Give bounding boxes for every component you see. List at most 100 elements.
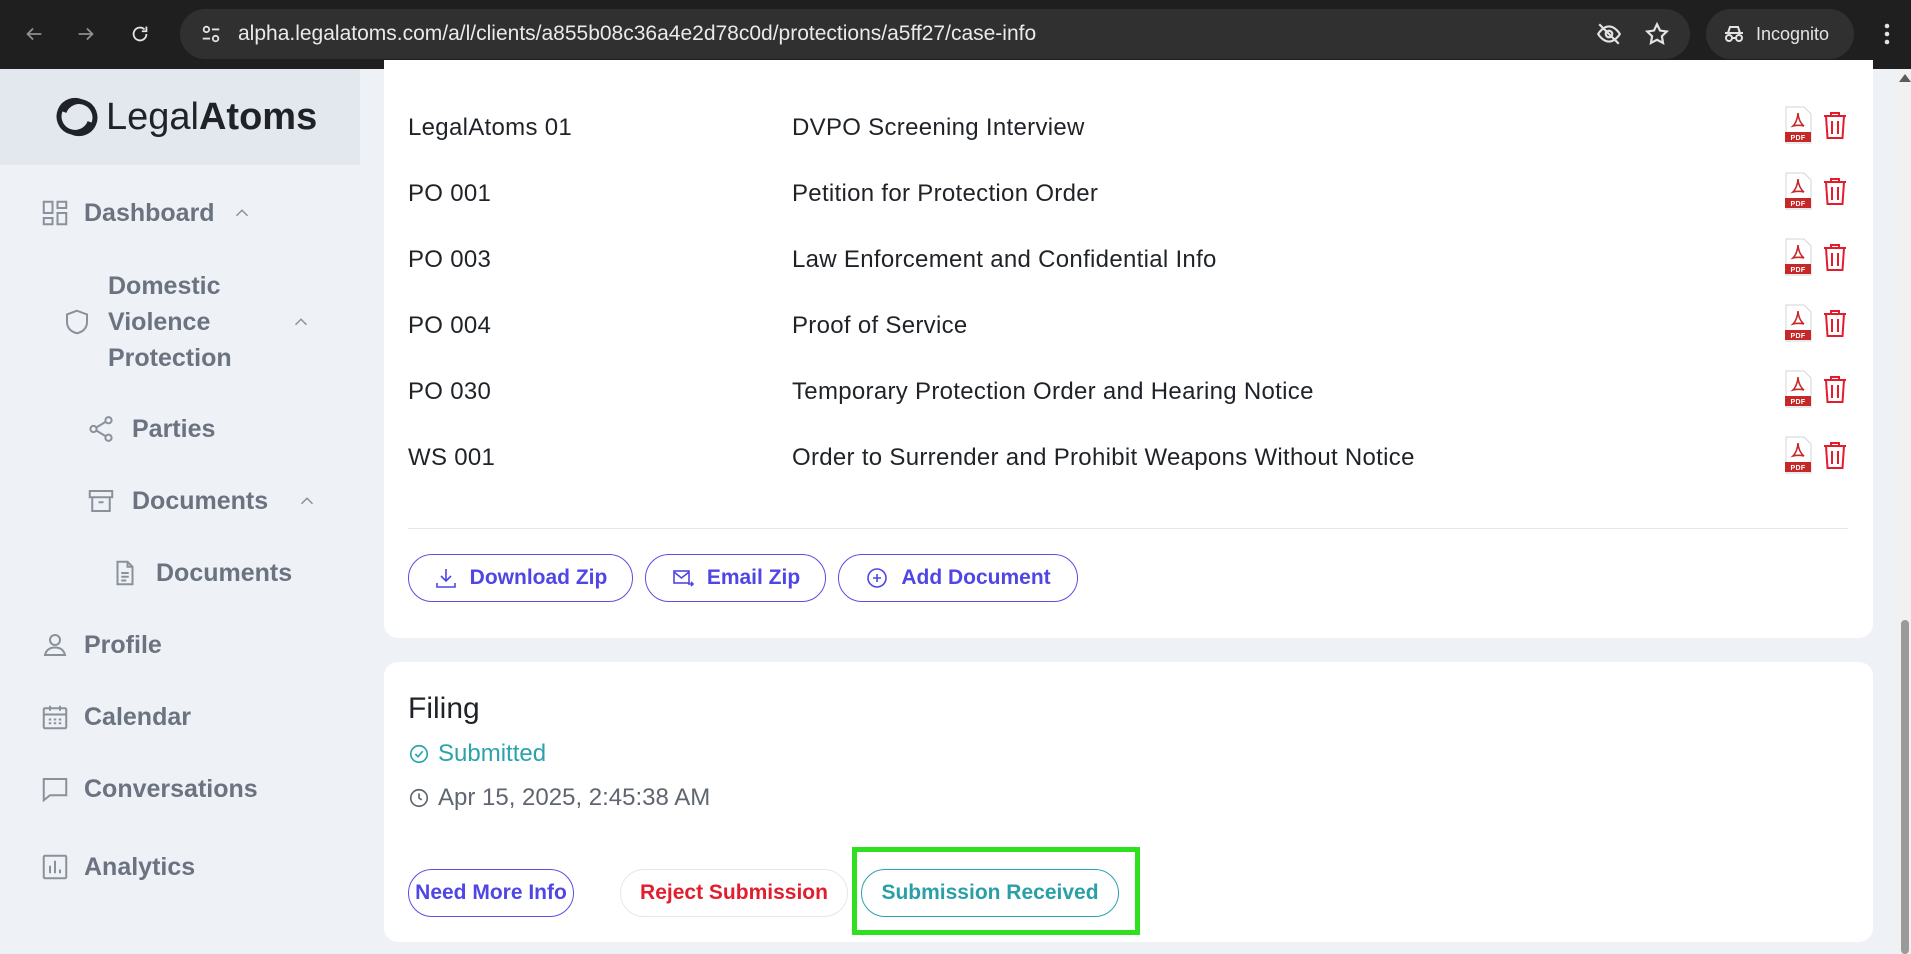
legalatoms-logo-icon bbox=[56, 97, 98, 137]
browser-toolbar: alpha.legalatoms.com/a/l/clients/a855b08… bbox=[0, 0, 1911, 69]
document-name[interactable]: DVPO Screening Interview bbox=[792, 114, 1784, 142]
document-code: LegalAtoms 01 bbox=[408, 114, 573, 141]
document-code: WS 001 bbox=[408, 444, 496, 471]
pdf-icon[interactable]: PDF bbox=[1784, 370, 1812, 415]
document-actions: PDF bbox=[1784, 238, 1848, 283]
chat-bubble-icon bbox=[42, 778, 68, 803]
document-row: PO 001 Petition for Protection Order PDF bbox=[408, 172, 1848, 217]
sidebar-item-profile[interactable]: Profile bbox=[40, 630, 162, 660]
sidebar-item-documents[interactable]: Documents bbox=[110, 558, 292, 588]
clock-icon bbox=[409, 788, 429, 808]
document-name[interactable]: Proof of Service bbox=[792, 312, 1784, 340]
download-zip-button[interactable]: Download Zip bbox=[408, 554, 633, 602]
document-row: PO 004 Proof of Service PDF bbox=[408, 304, 1848, 349]
svg-text:PDF: PDF bbox=[1791, 267, 1806, 274]
filing-status: Submitted bbox=[408, 740, 546, 768]
chevron-up-icon[interactable] bbox=[290, 311, 312, 333]
trash-icon[interactable] bbox=[1822, 308, 1848, 345]
sidebar-item-domestic-violence-protection[interactable]: Domestic Violence Protection bbox=[62, 268, 312, 376]
bookmark-star-icon[interactable] bbox=[1642, 19, 1672, 49]
svg-text:PDF: PDF bbox=[1791, 201, 1806, 208]
add-document-label: Add Document bbox=[901, 566, 1051, 589]
document-code: PO 003 bbox=[408, 246, 492, 273]
add-document-button[interactable]: Add Document bbox=[838, 554, 1078, 602]
sidebar-item-parties[interactable]: Parties bbox=[86, 414, 215, 444]
document-name[interactable]: Petition for Protection Order bbox=[792, 180, 1784, 208]
sidebar-item-label: Documents bbox=[156, 558, 293, 587]
incognito-icon bbox=[1725, 26, 1743, 42]
reload-icon[interactable] bbox=[122, 16, 158, 52]
filing-timestamp-text: Apr 15, 2025, 2:45:38 AM bbox=[438, 784, 711, 811]
brand-name: LegalAtoms bbox=[106, 95, 318, 138]
sidebar-item-calendar[interactable]: Calendar bbox=[40, 702, 191, 732]
document-row: PO 030 Temporary Protection Order and Hea… bbox=[408, 370, 1848, 415]
filing-title: Filing bbox=[408, 692, 480, 725]
dashboard-icon bbox=[42, 200, 68, 226]
shield-icon bbox=[66, 309, 88, 335]
pdf-icon[interactable]: PDF bbox=[1784, 304, 1812, 349]
documents-divider bbox=[408, 528, 1848, 529]
document-name[interactable]: Temporary Protection Order and Hearing N… bbox=[792, 378, 1784, 406]
trash-icon[interactable] bbox=[1822, 110, 1848, 147]
need-more-info-button[interactable]: Need More Info bbox=[408, 869, 574, 917]
svg-text:PDF: PDF bbox=[1791, 135, 1806, 142]
scroll-up-arrow-icon[interactable] bbox=[1899, 74, 1911, 82]
sidebar-item-dashboard[interactable]: Dashboard bbox=[40, 198, 253, 228]
address-bar[interactable]: alpha.legalatoms.com/a/l/clients/a855b08… bbox=[180, 9, 1690, 59]
sidebar-item-label: Domestic Violence Protection bbox=[108, 272, 232, 372]
svg-text:PDF: PDF bbox=[1791, 333, 1806, 340]
filing-timestamp: Apr 15, 2025, 2:45:38 AM bbox=[408, 784, 710, 812]
pdf-icon[interactable]: PDF bbox=[1784, 172, 1812, 217]
check-circle-icon bbox=[409, 744, 429, 764]
brand-logo[interactable]: LegalAtoms bbox=[0, 69, 360, 165]
bar-chart-icon bbox=[42, 854, 68, 880]
sidebar-item-conversations[interactable]: Conversations bbox=[40, 774, 258, 804]
document-name[interactable]: Law Enforcement and Confidential Info bbox=[792, 246, 1784, 274]
download-zip-label: Download Zip bbox=[469, 566, 608, 589]
sidebar-item-documents-group[interactable]: Documents bbox=[86, 486, 318, 516]
email-zip-button[interactable]: Email Zip bbox=[645, 554, 826, 602]
document-code: PO 030 bbox=[408, 378, 492, 405]
eye-off-icon[interactable] bbox=[1594, 19, 1624, 49]
document-row: WS 001 Order to Surrender and Prohibit We… bbox=[408, 436, 1848, 481]
sidebar-item-label: Documents bbox=[132, 486, 269, 515]
pdf-icon[interactable]: PDF bbox=[1784, 106, 1812, 151]
sidebar-item-label: Parties bbox=[132, 414, 216, 443]
incognito-chip[interactable]: Incognito bbox=[1706, 9, 1854, 59]
share-nodes-icon bbox=[89, 416, 113, 442]
scrollbar-thumb[interactable] bbox=[1901, 620, 1909, 954]
site-settings-icon[interactable] bbox=[198, 21, 224, 47]
reject-submission-button[interactable]: Reject Submission bbox=[620, 869, 848, 917]
svg-text:PDF: PDF bbox=[1791, 465, 1806, 472]
chevron-up-icon[interactable] bbox=[231, 202, 253, 224]
document-code: PO 004 bbox=[408, 312, 492, 339]
sidebar-item-label: Profile bbox=[84, 630, 162, 659]
back-icon[interactable] bbox=[16, 16, 52, 52]
pdf-icon[interactable]: PDF bbox=[1784, 238, 1812, 283]
trash-icon[interactable] bbox=[1822, 242, 1848, 279]
email-send-icon bbox=[673, 570, 694, 587]
document-actions: PDF bbox=[1784, 304, 1848, 349]
plus-circle-icon bbox=[867, 568, 888, 588]
archive-box-icon bbox=[88, 490, 114, 512]
sidebar-item-label: Calendar bbox=[84, 702, 191, 731]
sidebar-item-label: Analytics bbox=[84, 852, 196, 881]
url-text[interactable]: alpha.legalatoms.com/a/l/clients/a855b08… bbox=[238, 22, 1576, 46]
incognito-label: Incognito bbox=[1756, 23, 1830, 44]
browser-menu-icon[interactable] bbox=[1872, 17, 1902, 51]
trash-icon[interactable] bbox=[1822, 176, 1848, 213]
document-row: PO 003 Law Enforcement and Confidential I… bbox=[408, 238, 1848, 283]
document-actions: PDF bbox=[1784, 106, 1848, 151]
forward-icon[interactable] bbox=[68, 16, 104, 52]
trash-icon[interactable] bbox=[1822, 440, 1848, 477]
document-actions: PDF bbox=[1784, 436, 1848, 481]
highlight-box bbox=[852, 847, 1140, 935]
chevron-up-icon[interactable] bbox=[296, 490, 318, 512]
sidebar-item-analytics[interactable]: Analytics bbox=[40, 852, 195, 882]
calendar-icon bbox=[42, 705, 68, 730]
trash-icon[interactable] bbox=[1822, 374, 1848, 411]
document-actions: PDF bbox=[1784, 172, 1848, 217]
pdf-icon[interactable]: PDF bbox=[1784, 436, 1812, 481]
svg-text:PDF: PDF bbox=[1791, 399, 1806, 406]
document-name[interactable]: Order to Surrender and Prohibit Weapons … bbox=[792, 444, 1784, 472]
